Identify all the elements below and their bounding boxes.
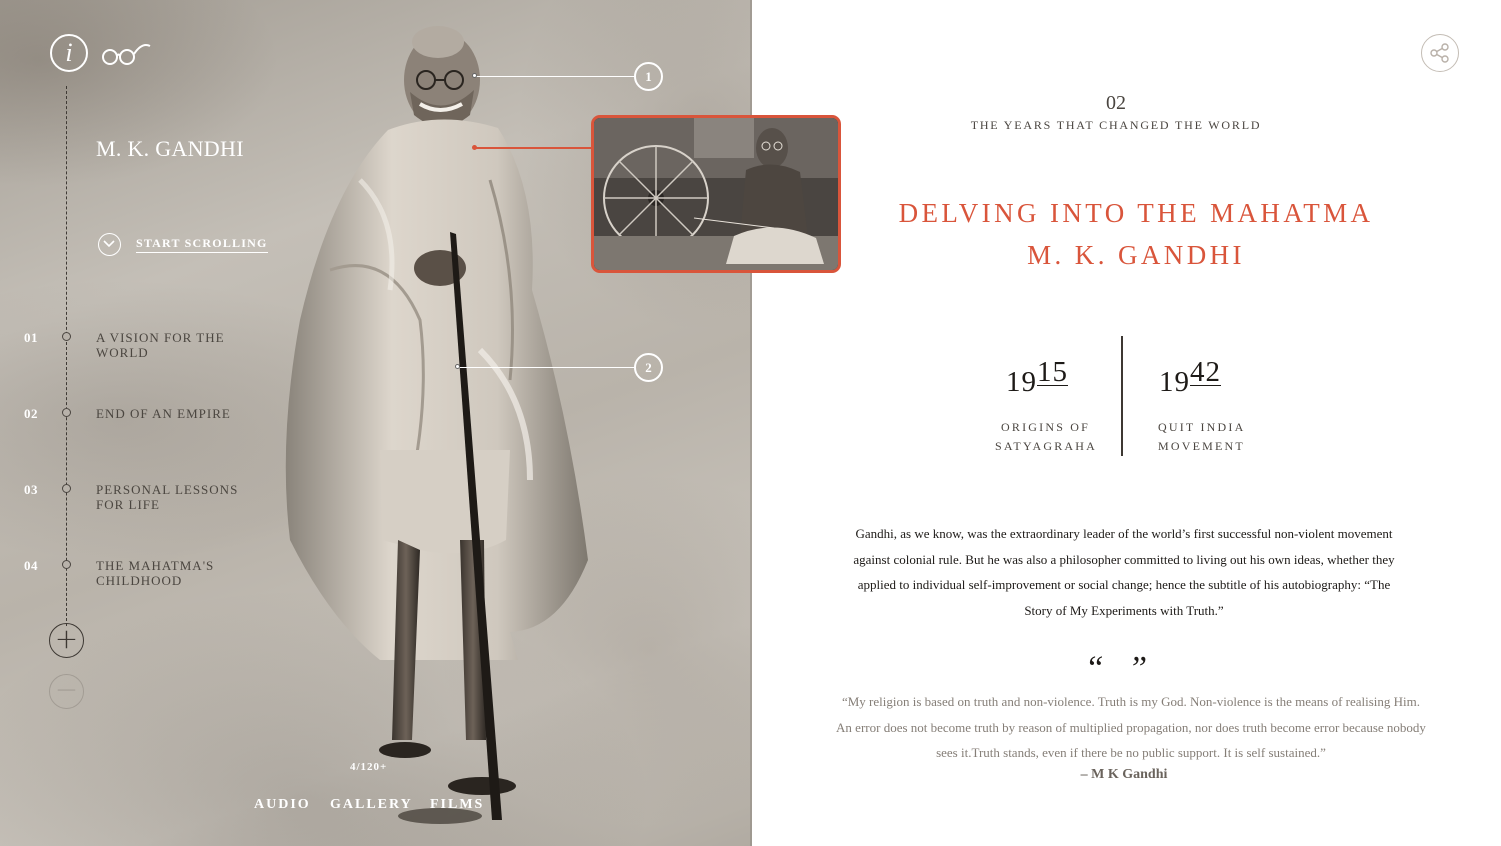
year-suffix: 42 <box>1190 356 1221 388</box>
films-tab[interactable]: FILMS <box>430 797 484 813</box>
hotspot-2-line <box>459 367 634 368</box>
intro-paragraph: Gandhi, as we know, was the extraordinar… <box>853 526 1395 618</box>
quote-attribution: – M K Gandhi <box>1080 767 1168 782</box>
start-scrolling-label: START SCROLLING <box>136 236 268 253</box>
gallery-tab[interactable]: GALLERY <box>330 797 413 813</box>
chapter-label: THE MAHATMA'S CHILDHOOD <box>96 558 215 588</box>
thumbnail-anchor <box>472 145 477 150</box>
chapter-label: A VISION FOR THE WORLD <box>96 330 225 360</box>
hotspot-1-anchor <box>472 73 477 78</box>
year-prefix: 19 <box>1006 366 1037 398</box>
headline-line-1: DELVING INTO THE MAHATMA <box>898 198 1374 228</box>
hotspot-1-line <box>476 76 634 77</box>
section-number: 02 <box>1106 92 1126 114</box>
headline-line-2: M. K. GANDHI <box>1027 240 1245 270</box>
chapter-item-3[interactable]: 03 PERSONAL LESSONS FOR LIFE <box>24 482 254 516</box>
gandhi-quote: “My religion is based on truth and non-v… <box>836 694 1426 761</box>
chapter-number: 01 <box>24 330 38 345</box>
chapter-label: END OF AN EMPIRE <box>96 406 231 421</box>
spinning-wheel-thumbnail[interactable] <box>591 115 841 273</box>
plus-icon: + <box>54 622 79 655</box>
chapter-number: 04 <box>24 558 38 573</box>
chapter-dot <box>62 484 71 493</box>
quote-marks-icon: “ ” <box>1084 650 1156 687</box>
chapter-number: 02 <box>24 406 38 421</box>
chevron-down-icon <box>98 232 121 256</box>
audio-tab[interactable]: AUDIO <box>254 797 311 813</box>
section-headline: DELVING INTO THE MAHATMA M. K. GANDHI <box>880 192 1392 276</box>
glasses-icon[interactable] <box>100 38 154 68</box>
milestone-divider <box>1121 336 1123 456</box>
chapter-item-4[interactable]: 04 THE MAHATMA'S CHILDHOOD <box>24 558 254 592</box>
minus-icon: − <box>54 673 79 706</box>
chapter-label: PERSONAL LESSONS FOR LIFE <box>96 482 239 512</box>
info-button[interactable]: i <box>50 34 88 72</box>
media-counter: 4/120+ <box>350 761 388 773</box>
chapter-item-1[interactable]: 01 A VISION FOR THE WORLD <box>24 330 254 364</box>
thumbnail-connector <box>476 147 592 149</box>
year-prefix: 19 <box>1159 366 1190 398</box>
hotspot-2-anchor <box>455 364 460 369</box>
milestone-label-line: MOVEMENT <box>1158 439 1245 453</box>
info-icon: i <box>65 38 73 67</box>
milestone-label-line: QUIT INDIA <box>1158 420 1246 434</box>
chapter-dot <box>62 332 71 341</box>
section-subtitle: THE YEARS THAT CHANGED THE WORLD <box>970 118 1262 132</box>
milestone-label-line: SATYAGRAHA <box>995 439 1098 453</box>
milestone-label-line: ORIGINS OF <box>1001 420 1091 434</box>
hotspot-2-button[interactable]: 2 <box>634 353 663 382</box>
milestone-label-2: QUIT INDIA MOVEMENT <box>1158 418 1258 456</box>
gandhi-figure-image <box>285 26 588 824</box>
chapter-dot <box>62 560 71 569</box>
start-scrolling-button[interactable]: START SCROLLING <box>98 232 268 256</box>
brand-title: M. K. GANDHI <box>96 136 244 161</box>
hotspot-1-button[interactable]: 1 <box>634 62 663 91</box>
milestone-year-1942: 1942 <box>1159 358 1221 399</box>
chapter-dot <box>62 408 71 417</box>
chapter-number: 03 <box>24 482 38 497</box>
share-button[interactable] <box>1421 34 1459 72</box>
year-suffix: 15 <box>1037 356 1068 388</box>
milestone-label-1: ORIGINS OF SATYAGRAHA <box>995 418 1095 456</box>
chapter-item-2[interactable]: 02 END OF AN EMPIRE <box>24 406 254 440</box>
zoom-out-button[interactable]: − <box>49 674 84 709</box>
milestone-year-1915: 1915 <box>1006 358 1068 399</box>
spinning-wheel-photo <box>594 118 838 270</box>
zoom-in-button[interactable]: + <box>49 623 84 658</box>
share-icon <box>1430 43 1449 63</box>
